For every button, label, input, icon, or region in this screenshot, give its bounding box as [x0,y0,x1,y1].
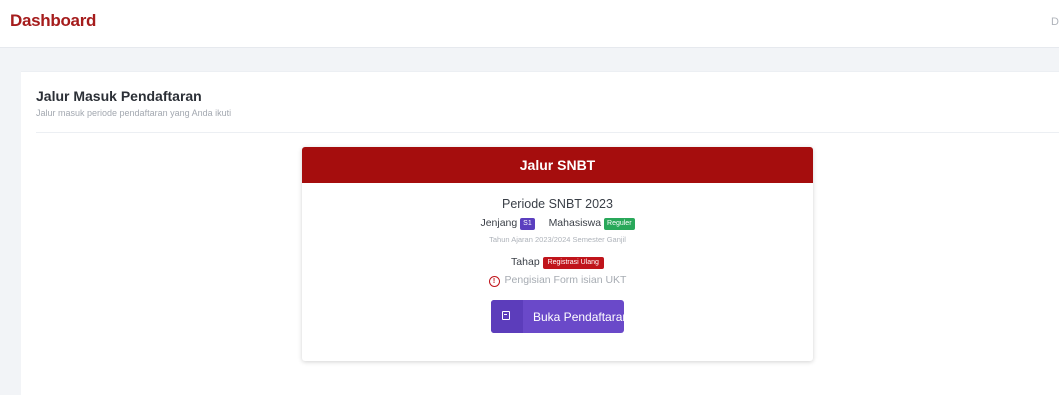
registration-card: Jalur SNBT Periode SNBT 2023 Jenjang S1 … [302,147,813,361]
info-row: ! Pengisian Form isian UKT [302,274,813,287]
info-circle-icon: ! [488,276,500,287]
user-menu[interactable]: Da [1051,16,1059,28]
calendar-icon [502,311,510,320]
info-text: Pengisian Form isian UKT [504,274,627,286]
panel-subtitle: Jalur masuk periode pendaftaran yang And… [36,108,232,118]
tahap-badge: Registrasi Ulang [542,257,604,269]
mahasiswa-label: Mahasiswa [548,217,602,229]
buka-pendaftaran-button[interactable]: Buka Pendaftaran [491,300,629,333]
divider [36,132,1059,133]
tahun-ajaran-text: Tahun Ajaran 2023/2024 Semester Ganjil [489,235,626,244]
tahap-label: Tahap [511,256,540,268]
jenjang-label: Jenjang [480,217,518,229]
button-label: Buka Pendaftaran [533,310,630,324]
jenjang-badge: S1 [520,218,535,230]
periode-text: Periode SNBT 2023 [502,197,613,211]
card-body: Periode SNBT 2023 Jenjang S1 Mahasiswa R… [302,197,813,338]
top-bar: Dashboard Da [0,0,1059,48]
jenjang-mahasiswa-row: Jenjang S1 Mahasiswa Reguler [302,217,813,230]
tahap-row: Tahap Registrasi Ulang [302,256,813,269]
button-icon-area [491,300,523,333]
panel-title: Jalur Masuk Pendaftaran [36,88,202,104]
mahasiswa-badge: Reguler [604,218,635,230]
card-header: Jalur SNBT [302,147,813,183]
registration-panel: Jalur Masuk Pendaftaran Jalur masuk peri… [21,71,1059,395]
brand-title[interactable]: Dashboard [10,11,96,31]
